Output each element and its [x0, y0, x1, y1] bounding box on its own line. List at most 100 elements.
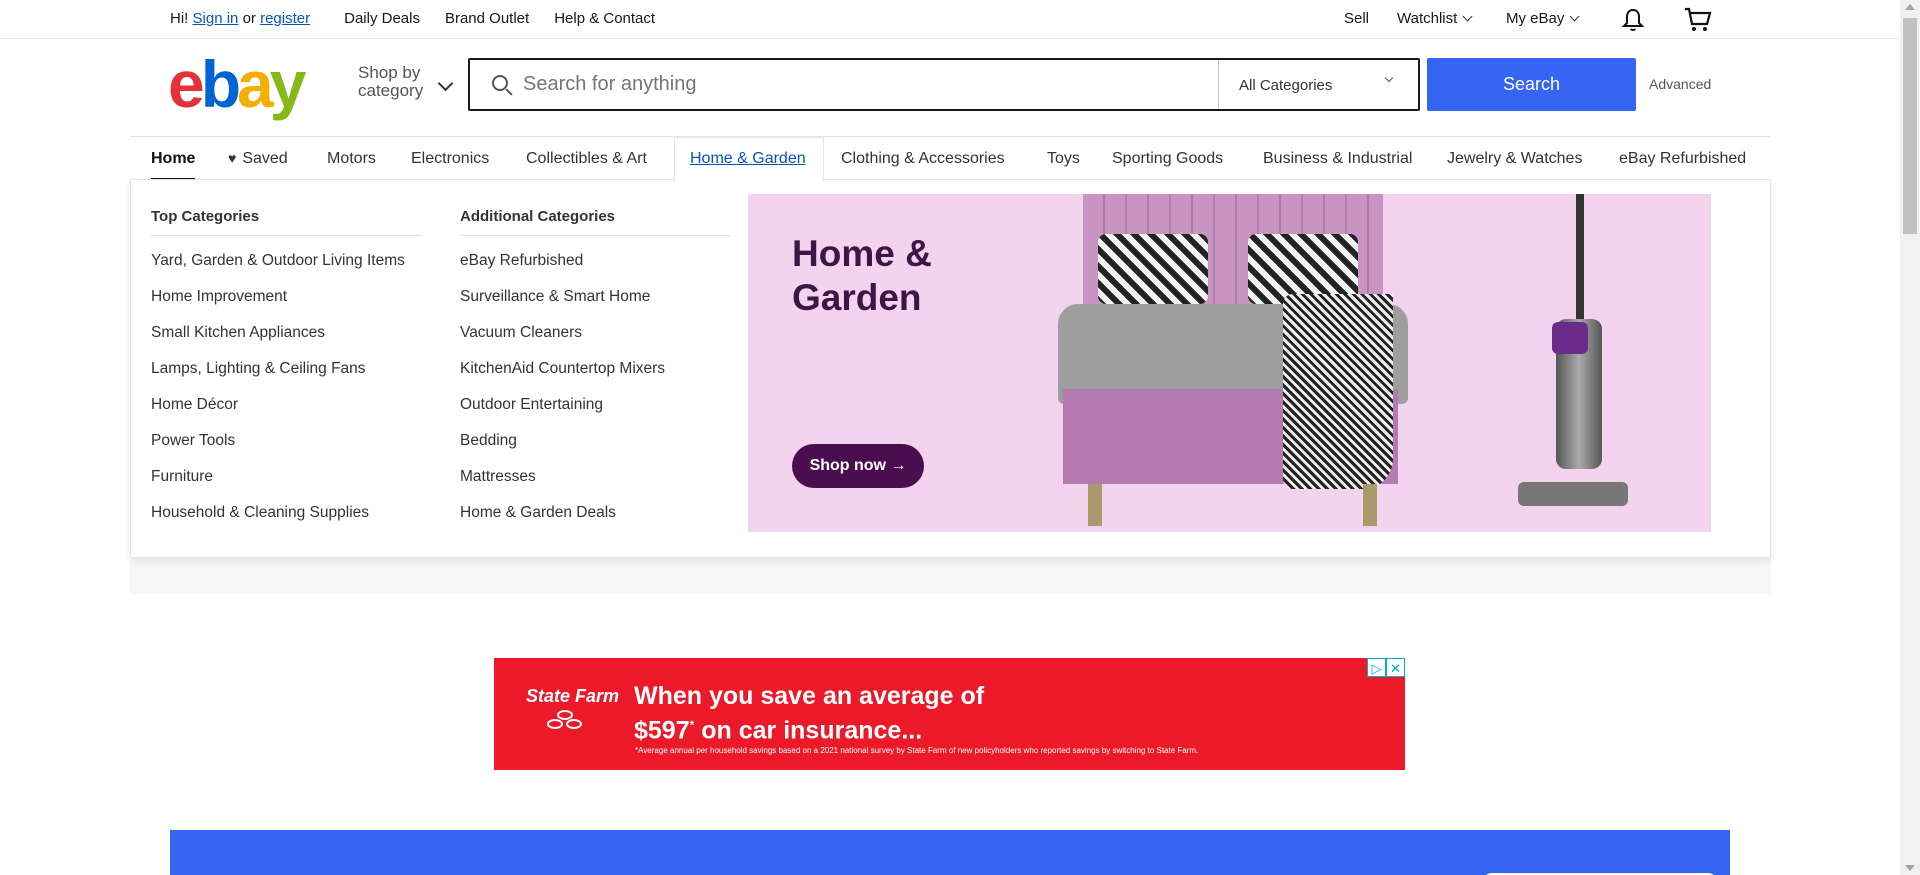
list-item[interactable]: Surveillance & Smart Home [460, 288, 650, 305]
top-categories-heading: Top Categories [151, 208, 421, 236]
home-garden-promo-banner[interactable]: Home & Garden Shop now → [748, 194, 1711, 532]
search-button[interactable]: Search [1427, 58, 1636, 111]
list-item[interactable]: Small Kitchen Appliances [151, 324, 325, 341]
banner-title: Home & Garden [792, 232, 932, 320]
pillow [1098, 234, 1208, 304]
scrollbar-thumb[interactable] [1903, 18, 1917, 234]
bed-leg [1363, 484, 1377, 526]
category-select[interactable]: All Categories [1218, 60, 1418, 109]
category-nav: Home ♥ Saved Motors Electronics Collectib… [130, 136, 1770, 182]
list-item[interactable]: Household & Cleaning Supplies [151, 504, 369, 521]
search-input-wrap [470, 60, 1218, 109]
top-categories-list: Yard, Garden & Outdoor Living Items Home… [151, 251, 421, 539]
advanced-search-link[interactable]: Advanced [1649, 76, 1711, 92]
nav-home-garden[interactable]: Home & Garden [690, 150, 806, 168]
top-bar-left: Hi! Sign in or register Daily Deals Bran… [170, 10, 680, 27]
top-bar: Hi! Sign in or register Daily Deals Bran… [0, 0, 1900, 39]
blue-promo-banner [170, 830, 1730, 875]
chevron-down-icon [1569, 11, 1580, 22]
close-icon[interactable]: ✕ [1386, 658, 1405, 677]
bed-image [988, 194, 1438, 532]
logo-letter: e [168, 47, 205, 121]
shop-by-label: Shop by [358, 63, 421, 82]
search-bar: All Categories [468, 58, 1420, 111]
nav-ebay-refurbished[interactable]: eBay Refurbished [1619, 150, 1746, 168]
list-item[interactable]: Home & Garden Deals [460, 504, 616, 521]
ad-headline-line: $597* on car insurance... [634, 711, 984, 745]
search-input[interactable] [470, 60, 1218, 109]
my-ebay-menu[interactable]: My eBay [1506, 10, 1580, 27]
list-item[interactable]: KitchenAid Countertop Mixers [460, 360, 665, 377]
additional-categories-heading: Additional Categories [460, 208, 730, 236]
nav-collectibles-art[interactable]: Collectibles & Art [526, 150, 647, 168]
ebay-logo[interactable]: ebay [168, 51, 306, 117]
shop-by-category-button[interactable]: Shop by category [358, 64, 423, 100]
logo-letter: b [200, 47, 241, 121]
help-contact-link[interactable]: Help & Contact [554, 10, 655, 27]
watchlist-menu[interactable]: Watchlist [1397, 10, 1473, 27]
my-ebay-label: My eBay [1506, 10, 1565, 27]
list-item[interactable]: Outdoor Entertaining [460, 396, 603, 413]
banner-title-line: Home & [792, 233, 932, 274]
register-link[interactable]: register [260, 10, 310, 27]
banner-title-line: Garden [792, 277, 922, 318]
ad-choices: ▷ ✕ [1367, 658, 1405, 677]
list-item[interactable]: Home Décor [151, 396, 238, 413]
nav-clothing-accessories[interactable]: Clothing & Accessories [841, 150, 1005, 168]
nav-saved[interactable]: ♥ Saved [228, 150, 288, 168]
nav-saved-label: Saved [242, 150, 288, 167]
chevron-down-icon [1384, 73, 1394, 83]
list-item[interactable]: eBay Refurbished [460, 252, 583, 269]
sign-in-link[interactable]: Sign in [193, 10, 239, 27]
vacuum-head [1518, 482, 1628, 506]
ad-amount: $597 [634, 716, 690, 745]
scroll-down-icon[interactable] [1905, 865, 1915, 871]
scroll-up-icon[interactable] [1905, 4, 1915, 10]
nav-jewelry-watches[interactable]: Jewelry & Watches [1447, 150, 1582, 168]
ad-headline: When you save an average of $597* on car… [634, 682, 984, 745]
top-categories-column: Top Categories Yard, Garden & Outdoor Li… [151, 208, 421, 539]
state-farm-logo-icon [544, 710, 586, 734]
vacuum-pole [1576, 194, 1584, 324]
or-text: or [242, 10, 256, 27]
shop-now-button[interactable]: Shop now → [792, 444, 924, 488]
chevron-down-icon[interactable] [437, 75, 454, 92]
nav-motors[interactable]: Motors [327, 150, 376, 168]
list-item[interactable]: Vacuum Cleaners [460, 324, 582, 341]
page-scrollbar[interactable] [1900, 0, 1920, 875]
list-item[interactable]: Furniture [151, 468, 213, 485]
category-select-value: All Categories [1239, 77, 1333, 94]
state-farm-ad[interactable]: State Farm When you save an average of $… [494, 658, 1405, 770]
list-item[interactable]: Power Tools [151, 432, 235, 449]
search-icon [492, 75, 508, 91]
nav-electronics[interactable]: Electronics [411, 150, 489, 168]
sell-link[interactable]: Sell [1344, 10, 1369, 27]
greeting-text: Hi! [170, 10, 189, 27]
list-item[interactable]: Home Improvement [151, 288, 287, 305]
additional-categories-list: eBay Refurbished Surveillance & Smart Ho… [460, 251, 730, 539]
home-garden-dropdown: Top Categories Yard, Garden & Outdoor Li… [130, 179, 1771, 558]
heart-icon: ♥ [228, 150, 237, 166]
vacuum-accent [1552, 322, 1588, 354]
ad-fine-print: *Average annual per household savings ba… [635, 746, 1199, 755]
nav-home[interactable]: Home [151, 150, 196, 180]
nav-toys[interactable]: Toys [1047, 150, 1080, 168]
chevron-down-icon [1462, 11, 1473, 22]
nav-sporting-goods[interactable]: Sporting Goods [1112, 150, 1223, 168]
daily-deals-link[interactable]: Daily Deals [344, 10, 420, 27]
greeting: Hi! Sign in or register [170, 10, 310, 27]
list-item[interactable]: Lamps, Lighting & Ceiling Fans [151, 360, 366, 377]
adchoices-icon[interactable]: ▷ [1367, 658, 1386, 677]
list-item[interactable]: Yard, Garden & Outdoor Living Items [151, 252, 405, 269]
list-item[interactable]: Mattresses [460, 468, 536, 485]
category-label: category [358, 81, 424, 100]
hero-carousel-strip [130, 558, 1771, 594]
brand-outlet-link[interactable]: Brand Outlet [445, 10, 529, 27]
ad-headline-line: When you save an average of [634, 682, 985, 710]
list-item[interactable]: Bedding [460, 432, 517, 449]
bed-leg [1088, 484, 1102, 526]
bell-icon[interactable] [1621, 8, 1645, 32]
cart-icon[interactable] [1684, 7, 1712, 33]
watchlist-label: Watchlist [1397, 10, 1458, 27]
nav-business-industrial[interactable]: Business & Industrial [1263, 150, 1412, 168]
